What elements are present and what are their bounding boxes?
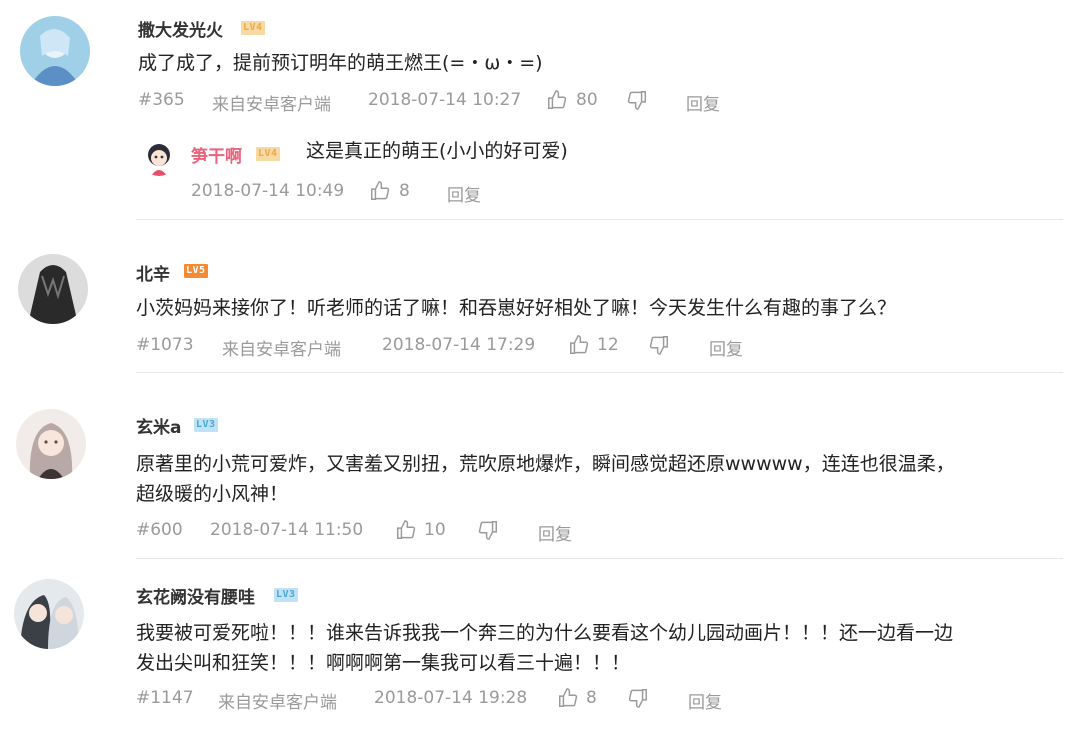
- level-badge: LV3: [274, 588, 298, 602]
- like-count: 8: [399, 181, 410, 201]
- thumbs-down-icon[interactable]: [648, 334, 670, 356]
- thumbs-down-icon[interactable]: [477, 519, 499, 541]
- timestamp: 2018-07-14 10:49: [191, 181, 345, 201]
- reply-button[interactable]: 回复: [686, 90, 720, 115]
- avatar[interactable]: [20, 16, 90, 86]
- reply-text: 这是真正的萌王(小小的好可爱): [306, 140, 568, 162]
- timestamp: 2018-07-14 11:50: [210, 520, 364, 540]
- reply-button[interactable]: 回复: [538, 520, 572, 545]
- level-badge: LV5: [184, 264, 208, 278]
- floor-number: #1073: [136, 335, 194, 355]
- divider: [136, 219, 1063, 220]
- comment-item: 玄米a LV3 原著里的小荒可爱炸，又害羞又别扭，荒吹原地爆炸，瞬间感觉超还原w…: [0, 395, 1080, 555]
- level-badge: LV4: [241, 21, 265, 35]
- timestamp: 2018-07-14 19:28: [374, 688, 528, 708]
- source-label: 来自安卓客户端: [212, 95, 331, 115]
- source-label: 来自安卓客户端: [222, 340, 341, 360]
- thumbs-down-icon[interactable]: [627, 687, 649, 709]
- comment-meta: #600 2018-07-14 11:50 10: [136, 520, 1036, 544]
- comment-meta: #1073 来自安卓客户端 2018-07-14 17:29 12: [136, 334, 1036, 360]
- username[interactable]: 玄米a: [136, 413, 181, 438]
- avatar[interactable]: [141, 140, 177, 176]
- username[interactable]: 北辛: [136, 260, 170, 285]
- comment-meta: #365 来自安卓客户端 2018-07-14 10:27 80: [138, 89, 1038, 115]
- avatar[interactable]: [16, 409, 86, 479]
- timestamp: 2018-07-14 10:27: [368, 90, 522, 110]
- thumbs-up-icon[interactable]: [369, 180, 391, 202]
- reply-button[interactable]: 回复: [709, 335, 743, 360]
- thumbs-up-icon[interactable]: [557, 687, 579, 709]
- floor-number: #1147: [136, 688, 194, 708]
- comment-item: 玄花阙没有腰哇 LV3 我要被可爱死啦！！！谁来告诉我我一个奔三的为什么要看这个…: [0, 565, 1080, 733]
- thumbs-up-icon[interactable]: [546, 89, 568, 111]
- thumbs-down-icon[interactable]: [626, 89, 648, 111]
- username[interactable]: 撒大发光火: [138, 16, 223, 41]
- comment-text-line: 发出尖叫和狂笑！！！啊啊啊第一集我可以看三十遍！！！: [136, 652, 631, 674]
- like-count: 12: [597, 335, 619, 355]
- source-label: 来自安卓客户端: [218, 693, 337, 713]
- level-badge: LV3: [194, 418, 218, 432]
- reply-button[interactable]: 回复: [447, 181, 481, 206]
- avatar[interactable]: [14, 579, 84, 649]
- reply-button[interactable]: 回复: [688, 688, 722, 713]
- avatar[interactable]: [18, 254, 88, 324]
- username[interactable]: 玄花阙没有腰哇: [136, 583, 255, 608]
- like-count: 80: [576, 90, 598, 110]
- like-count: 10: [424, 520, 446, 540]
- like-count: 8: [586, 688, 597, 708]
- floor-number: #600: [136, 520, 183, 540]
- comment-text: 小茨妈妈来接你了！听老师的话了嘛！和吞崽好好相处了嘛！今天发生什么有趣的事了么？: [136, 297, 897, 319]
- reply-username[interactable]: 笋干啊: [191, 142, 242, 167]
- comment-text: 成了成了，提前预订明年的萌王燃王(=・ω・=): [138, 52, 543, 74]
- comment-text-line: 我要被可爱死啦！！！谁来告诉我我一个奔三的为什么要看这个幼儿园动画片！！！还一边…: [136, 622, 954, 644]
- comment-meta: #1147 来自安卓客户端 2018-07-14 19:28 8: [136, 687, 1036, 713]
- divider: [136, 372, 1063, 373]
- comment-text-line: 超级暖的小风神！: [136, 483, 289, 505]
- level-badge: LV4: [256, 147, 280, 161]
- reply-meta: 2018-07-14 10:49 8: [191, 181, 591, 205]
- floor-number: #365: [138, 90, 185, 110]
- timestamp: 2018-07-14 17:29: [382, 335, 536, 355]
- thumbs-up-icon[interactable]: [395, 519, 417, 541]
- thumbs-up-icon[interactable]: [568, 334, 590, 356]
- divider: [136, 558, 1063, 559]
- comment-item: 撒大发光火 LV4 成了成了，提前预订明年的萌王燃王(=・ω・=) #365 来…: [0, 0, 1080, 220]
- comment-item: 北辛 LV5 小茨妈妈来接你了！听老师的话了嘛！和吞崽好好相处了嘛！今天发生什么…: [0, 240, 1080, 370]
- comment-text-line: 原著里的小荒可爱炸，又害羞又别扭，荒吹原地爆炸，瞬间感觉超还原wwwww，连连也…: [136, 453, 955, 475]
